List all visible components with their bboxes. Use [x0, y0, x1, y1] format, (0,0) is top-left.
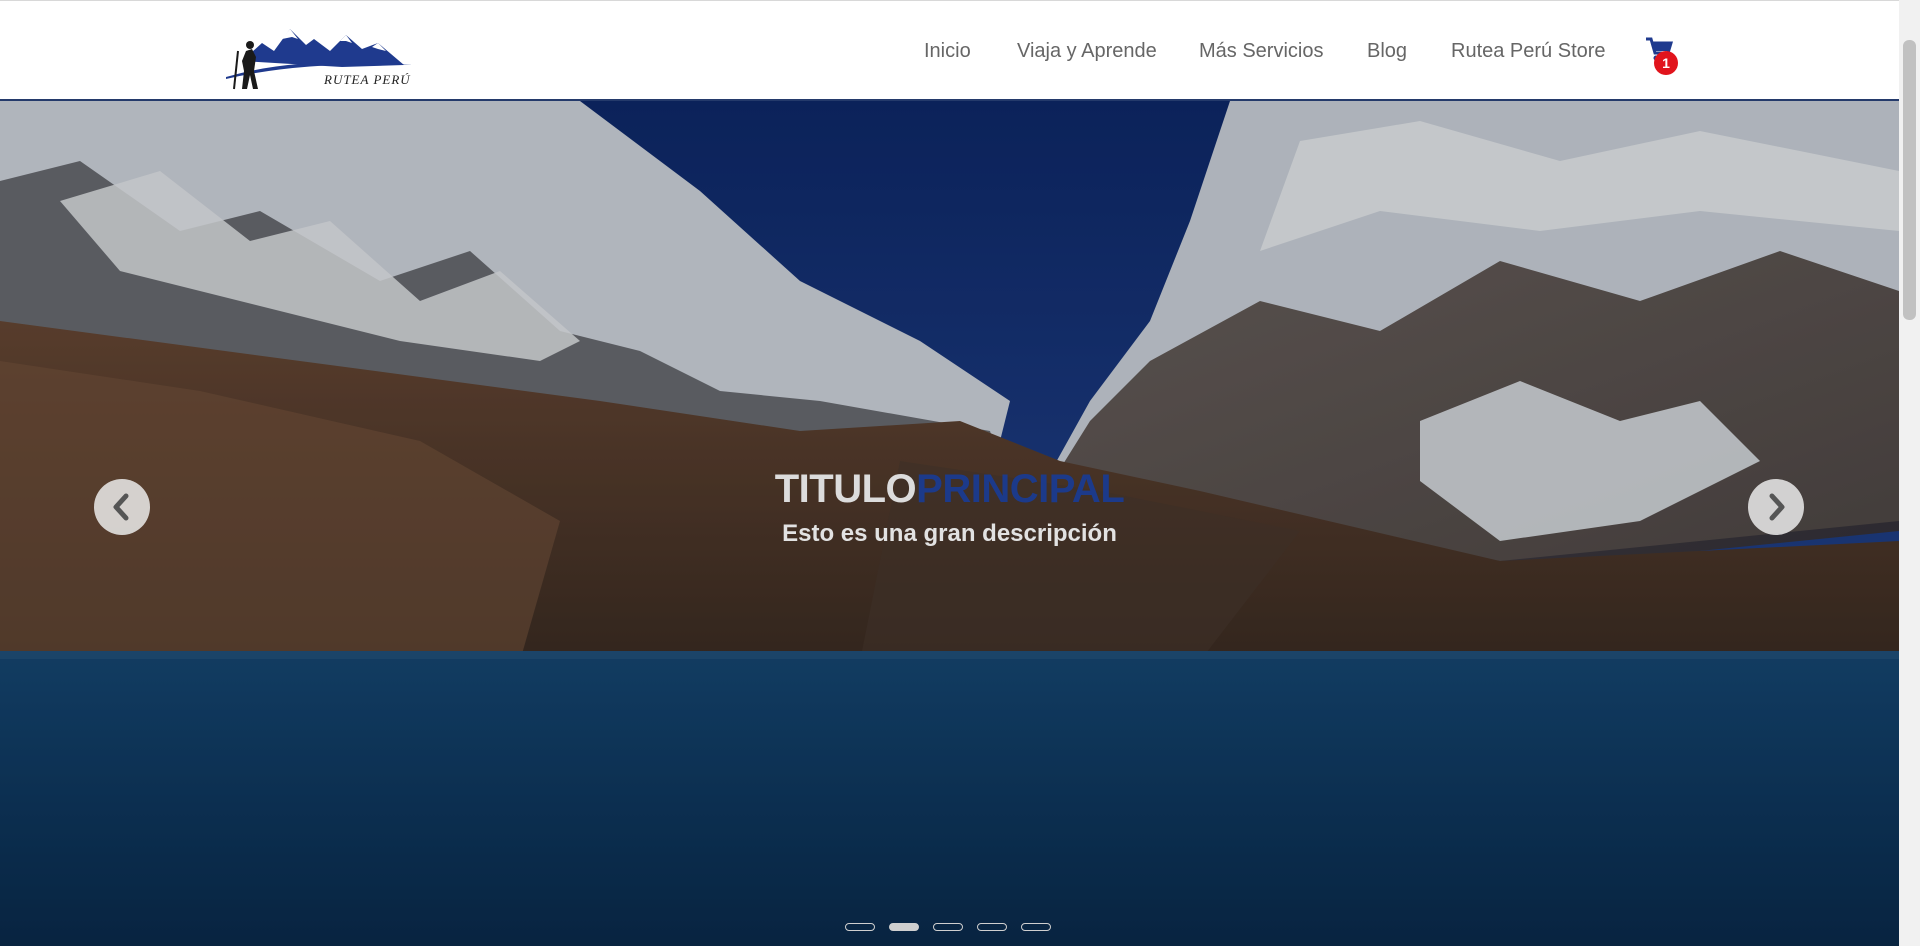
carousel-indicator-2[interactable]	[889, 923, 919, 931]
carousel-prev-button[interactable]	[94, 479, 150, 535]
hero-title-part2: PRINCIPAL	[916, 467, 1125, 511]
nav-item-mas-servicios[interactable]: Más Servicios	[1199, 40, 1323, 63]
carousel-indicator-1[interactable]	[845, 923, 875, 931]
nav-item-inicio[interactable]: Inicio	[924, 40, 971, 63]
nav-item-rutea-peru-store[interactable]: Rutea Perú Store	[1451, 40, 1606, 63]
rutea-peru-logo[interactable]: RUTEA PERÚ	[222, 21, 428, 91]
page-scrollbar[interactable]	[1899, 0, 1920, 946]
hero-subtitle: Esto es una gran descripción	[782, 520, 1117, 547]
chevron-left-icon	[113, 493, 129, 521]
hero-title-part1: TITULO	[774, 467, 917, 511]
carousel-indicator-4[interactable]	[977, 923, 1007, 931]
hero-carousel: TITULOPRINCIPAL Esto es una gran descrip…	[0, 101, 1899, 946]
cart-count-badge: 1	[1654, 51, 1678, 75]
carousel-indicator-3[interactable]	[933, 923, 963, 931]
carousel-indicator-5[interactable]	[1021, 923, 1051, 931]
nav-item-viaja-y-aprende[interactable]: Viaja y Aprende	[1017, 40, 1157, 63]
nav-item-blog[interactable]: Blog	[1367, 40, 1407, 63]
carousel-next-button[interactable]	[1748, 479, 1804, 535]
scrollbar-thumb[interactable]	[1903, 40, 1916, 320]
logo-text: RUTEA PERÚ	[324, 72, 411, 87]
hero-title: TITULOPRINCIPAL	[0, 467, 1899, 512]
site-header: RUTEA PERÚ Inicio Viaja y Aprende Más Se…	[0, 0, 1899, 101]
chevron-right-icon	[1769, 493, 1785, 521]
